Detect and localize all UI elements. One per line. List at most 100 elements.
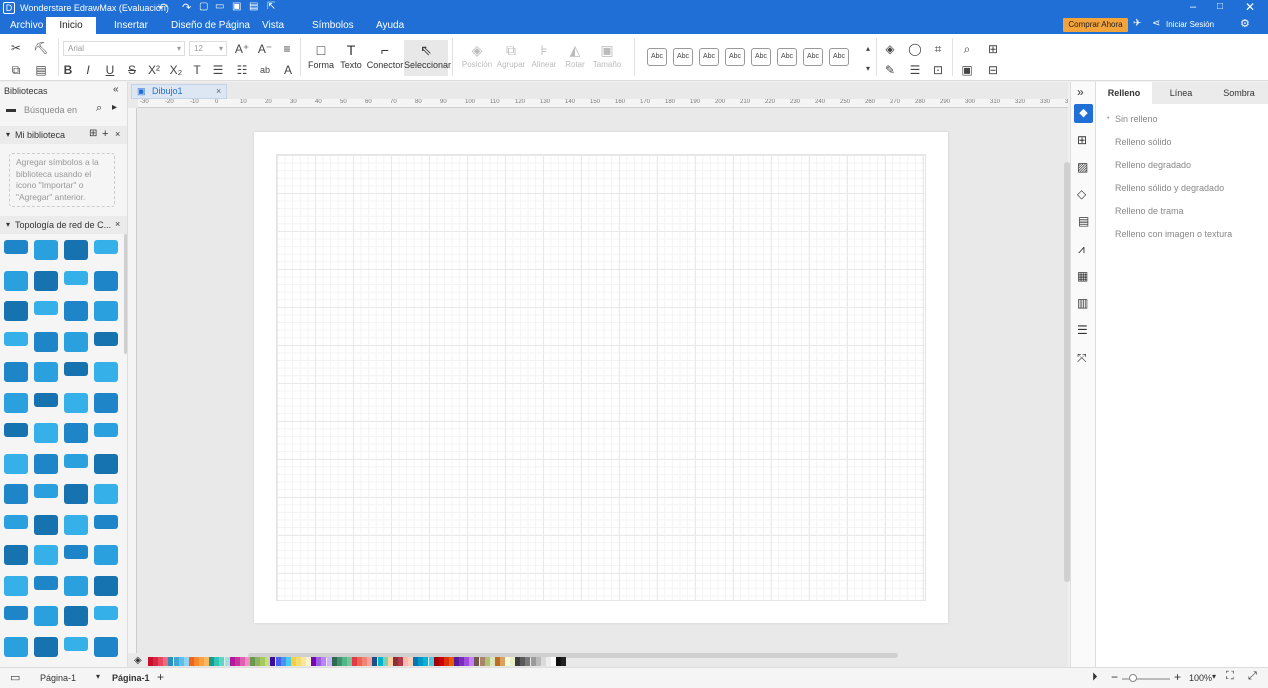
page-select[interactable]: Página-1 xyxy=(40,673,76,683)
tab-relleno[interactable]: Relleno xyxy=(1096,82,1152,104)
network-symbol[interactable] xyxy=(64,545,88,559)
style-preset-1[interactable]: Abc xyxy=(647,48,667,66)
align-icon[interactable]: ≡ xyxy=(279,41,295,57)
find-replace-icon[interactable]: ⊞ xyxy=(985,41,1001,57)
fill-tool-button[interactable]: ◆ xyxy=(1074,104,1093,123)
bold-icon[interactable]: B xyxy=(60,62,76,78)
network-symbol[interactable] xyxy=(94,270,118,291)
minimize-icon[interactable]: – xyxy=(1190,1,1196,13)
network-symbol[interactable] xyxy=(64,453,88,468)
page-tab[interactable]: Página-1 xyxy=(112,673,150,683)
network-symbol[interactable] xyxy=(34,453,58,474)
pen-icon[interactable]: ✎ xyxy=(882,62,898,78)
fill-option-solid-gradient[interactable]: Relleno sólido y degradado xyxy=(1115,183,1224,193)
library-menu-icon[interactable]: ▬ xyxy=(6,104,16,115)
page-layout-icon[interactable]: ▭ xyxy=(10,671,20,684)
zoom-slider-handle[interactable] xyxy=(1129,674,1137,682)
fullscreen-icon[interactable]: ⤢ xyxy=(1248,670,1257,683)
underline-icon[interactable]: U xyxy=(102,62,118,78)
style-preset-3[interactable]: Abc xyxy=(699,48,719,66)
text-button[interactable]: T Texto xyxy=(332,40,370,76)
network-symbol[interactable] xyxy=(4,575,28,596)
close-my-library-icon[interactable]: × xyxy=(115,129,120,139)
zoom-level[interactable]: 100% xyxy=(1189,673,1212,683)
network-symbol[interactable] xyxy=(64,331,88,352)
position-button[interactable]: ◈ Posición xyxy=(458,40,496,76)
style-preset-5[interactable]: Abc xyxy=(751,48,771,66)
outline-icon[interactable]: ☰ xyxy=(1077,323,1088,337)
bullets-icon[interactable]: ☷ xyxy=(234,62,250,78)
save-icon[interactable]: ▣ xyxy=(232,1,241,12)
network-symbol[interactable] xyxy=(94,331,118,346)
import-library-icon[interactable]: ⊞ xyxy=(89,128,97,139)
page-select-chevron-down-icon[interactable]: ▾ xyxy=(96,672,100,681)
fill-option-gradient[interactable]: Relleno degradado xyxy=(1115,160,1191,170)
buy-button[interactable]: Comprar Ahora xyxy=(1063,18,1128,32)
network-symbol[interactable] xyxy=(4,453,28,474)
network-symbol[interactable] xyxy=(4,240,28,254)
network-symbol[interactable] xyxy=(94,606,118,620)
network-symbol[interactable] xyxy=(4,331,28,346)
network-symbol[interactable] xyxy=(34,636,58,657)
network-symbol[interactable] xyxy=(94,423,118,437)
settings-icon[interactable]: ⚙ xyxy=(1240,17,1250,30)
style-preset-6[interactable]: Abc xyxy=(777,48,797,66)
line-weight-icon[interactable]: ☰ xyxy=(907,62,923,78)
network-symbol[interactable] xyxy=(34,270,58,291)
library-search-input[interactable]: Búsqueda en xyxy=(24,103,94,117)
font-size-select[interactable]: 12 ▾ xyxy=(189,41,227,56)
font-shrink-icon[interactable]: A⁻ xyxy=(257,41,273,57)
maximize-icon[interactable]: □ xyxy=(1217,1,1223,12)
menu-insertar[interactable]: Insertar xyxy=(106,17,156,34)
chart-icon[interactable]: ⩘ xyxy=(1078,242,1085,257)
network-symbol[interactable] xyxy=(4,301,28,321)
tools-icon[interactable]: ⊟ xyxy=(985,62,1001,78)
login-link[interactable]: Iniciar Sesión xyxy=(1166,20,1214,29)
network-symbol[interactable] xyxy=(94,636,118,657)
data-icon[interactable]: ▥ xyxy=(1077,296,1088,310)
network-symbol[interactable] xyxy=(64,636,88,651)
network-symbol[interactable] xyxy=(34,362,58,382)
my-library-title[interactable]: Mi biblioteca xyxy=(15,130,65,140)
zoom-chevron-down-icon[interactable]: ▾ xyxy=(1212,672,1216,681)
add-page-icon[interactable]: + xyxy=(157,670,164,684)
table-icon[interactable]: ▦ xyxy=(1077,269,1088,283)
network-symbol[interactable] xyxy=(34,606,58,626)
network-symbol[interactable] xyxy=(34,331,58,352)
font-color-icon[interactable]: A xyxy=(280,62,296,78)
image-icon[interactable]: ▨ xyxy=(1077,160,1088,174)
styles-down-icon[interactable]: ▾ xyxy=(860,61,876,77)
style-preset-8[interactable]: Abc xyxy=(829,48,849,66)
menu-archivo[interactable]: Archivo xyxy=(2,17,51,34)
network-symbol[interactable] xyxy=(4,423,28,437)
share-icon[interactable]: ⋖ xyxy=(1152,18,1160,29)
line-spacing-icon[interactable]: ☰ xyxy=(210,62,226,78)
color-swatch[interactable] xyxy=(561,657,567,666)
format-painter-icon[interactable]: ⛏ xyxy=(33,40,49,56)
font-grow-icon[interactable]: A⁺ xyxy=(234,41,250,57)
network-symbol[interactable] xyxy=(94,514,118,529)
network-symbol[interactable] xyxy=(64,423,88,443)
send-icon[interactable]: ✈ xyxy=(1133,18,1141,29)
network-symbol[interactable] xyxy=(34,392,58,407)
tab-linea[interactable]: Línea xyxy=(1153,82,1209,104)
text-style-icon[interactable]: ab xyxy=(257,62,273,78)
copy-icon[interactable]: ⧉ xyxy=(8,62,24,78)
cut-icon[interactable]: ✂ xyxy=(8,40,24,56)
collapse-panel-icon[interactable]: « xyxy=(113,84,119,95)
fit-page-icon[interactable]: ▣ xyxy=(959,62,975,78)
redo-icon[interactable]: ↷ xyxy=(182,1,191,14)
tab-sombra[interactable]: Sombra xyxy=(1210,82,1268,104)
close-topology-icon[interactable]: × xyxy=(115,219,120,229)
style-preset-7[interactable]: Abc xyxy=(803,48,823,66)
close-tab-icon[interactable]: × xyxy=(216,85,221,98)
topology-toggle-icon[interactable]: ▾ xyxy=(6,220,10,229)
network-symbol[interactable] xyxy=(94,301,118,321)
network-symbol[interactable] xyxy=(64,362,88,376)
layers-icon[interactable]: ◇ xyxy=(1077,187,1086,201)
fit-icon[interactable]: ⤧ xyxy=(1077,351,1087,366)
network-symbol[interactable] xyxy=(4,270,28,291)
layout-icon[interactable]: ⊞ xyxy=(1077,133,1087,147)
network-symbol[interactable] xyxy=(4,606,28,620)
find-icon[interactable]: ⌕ xyxy=(959,41,975,57)
